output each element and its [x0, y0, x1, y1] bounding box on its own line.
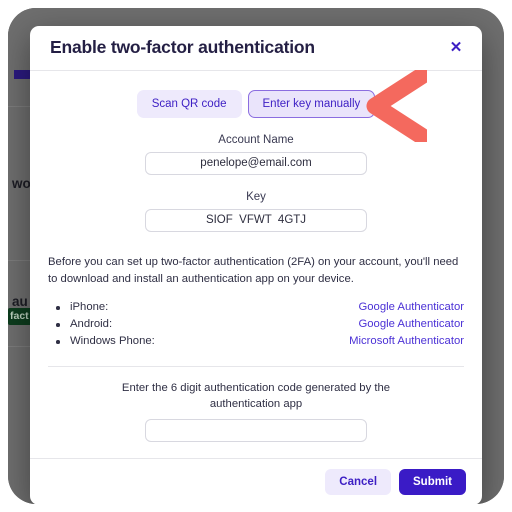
tab-enter-key-manually[interactable]: Enter key manually — [247, 90, 376, 118]
bullet-icon — [56, 323, 60, 327]
authenticator-link[interactable]: Microsoft Authenticator — [349, 333, 464, 350]
authenticator-link[interactable]: Google Authenticator — [358, 299, 464, 316]
authenticator-app-list: iPhone: Google Authenticator Android: Go… — [48, 299, 464, 350]
auth-code-prompt: Enter the 6 digit authentication code ge… — [121, 382, 391, 410]
key-input[interactable] — [145, 209, 367, 232]
list-item: Windows Phone: Microsoft Authenticator — [48, 333, 464, 350]
account-name-input[interactable] — [145, 152, 367, 175]
platform-label: Android: — [70, 318, 113, 330]
tab-scan-qr-code[interactable]: Scan QR code — [136, 90, 242, 118]
list-item: iPhone: Google Authenticator — [48, 299, 464, 316]
modal-body: Scan QR code Enter key manually Account … — [30, 90, 482, 458]
authenticator-link[interactable]: Google Authenticator — [358, 316, 464, 333]
two-factor-auth-modal: Enable two-factor authentication ✕ Scan … — [30, 26, 482, 504]
browser-viewport: wo au fact Enable two-factor authenticat… — [8, 8, 504, 504]
auth-code-section: Enter the 6 digit authentication code ge… — [30, 380, 482, 458]
platform-label: iPhone: — [70, 301, 109, 313]
submit-button[interactable]: Submit — [399, 469, 466, 495]
section-divider — [48, 366, 464, 367]
modal-footer: Cancel Submit — [30, 459, 482, 504]
auth-code-input[interactable] — [145, 419, 367, 442]
key-label: Key — [246, 191, 266, 203]
account-name-field-group: Account Name — [30, 134, 482, 175]
account-name-label: Account Name — [218, 134, 294, 146]
page-title: Enable two-factor authentication — [50, 37, 315, 57]
device-frame: wo au fact Enable two-factor authenticat… — [0, 0, 512, 512]
platform-label: Windows Phone: — [70, 335, 155, 347]
list-item: Android: Google Authenticator — [48, 316, 464, 333]
modal-header: Enable two-factor authentication ✕ — [30, 26, 482, 71]
bullet-icon — [56, 340, 60, 344]
close-icon[interactable]: ✕ — [445, 36, 467, 58]
bullet-icon — [56, 306, 60, 310]
auth-method-tab-group: Scan QR code Enter key manually — [30, 90, 482, 118]
key-field-group: Key — [30, 191, 482, 232]
cancel-button[interactable]: Cancel — [325, 469, 392, 495]
intro-paragraph: Before you can set up two-factor authent… — [48, 256, 459, 285]
